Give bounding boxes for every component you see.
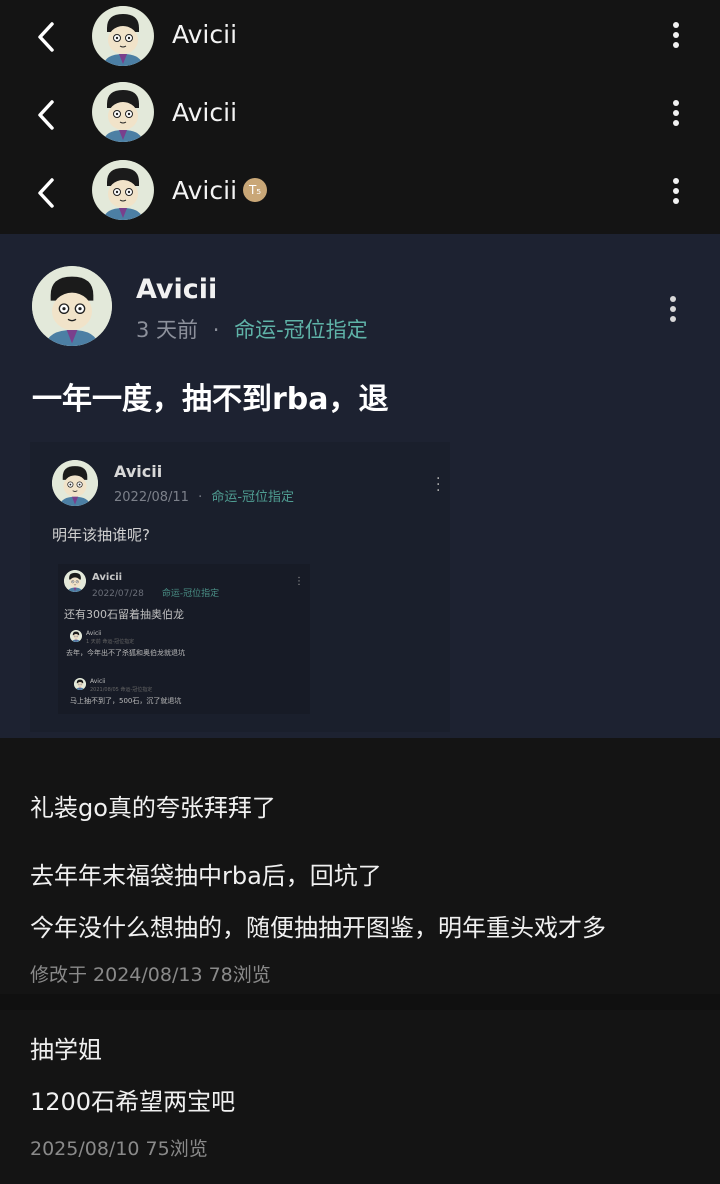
avatar[interactable] <box>92 160 154 220</box>
quoted-text: 明年该抽谁呢? <box>52 526 150 544</box>
comment-3-line-2: 1200石希望两宝吧 <box>30 1088 236 1116</box>
header-username: Avicii T₅ <box>172 176 268 205</box>
inner-image-1: Avicii 1 天前 命运-冠位指定 去年，今年出不了杀狐和奥伯龙就退坑 <box>66 630 216 660</box>
more-vertical-icon[interactable] <box>672 100 680 130</box>
post-time: 3 天前 <box>136 318 199 342</box>
quoted-avatar <box>52 460 98 506</box>
more-vertical-icon[interactable] <box>672 22 680 52</box>
nested-tag: 命运-冠位指定 <box>161 589 220 599</box>
comment-3-line-1: 抽学姐 <box>30 1036 102 1064</box>
inner-text: 去年，今年出不了杀狐和奥伯龙就退坑 <box>66 649 185 657</box>
more-vertical-icon[interactable] <box>672 178 680 208</box>
header-username-text: Avicii <box>172 176 238 205</box>
quoted-tag: 命运-冠位指定 <box>211 490 295 505</box>
post-author[interactable]: Avicii <box>136 274 217 305</box>
nested-date: 2022/07/28 <box>92 589 144 599</box>
comment-2-line-1: 去年年末福袋抽中rba后，回坑了 <box>30 862 382 890</box>
back-arrow-icon[interactable] <box>34 20 60 54</box>
inner-tag: 命运-冠位指定 <box>120 687 153 693</box>
more-vertical-icon: · · · <box>436 471 441 499</box>
meta-separator: · <box>198 490 203 505</box>
inner-time: 1 天前 <box>86 639 101 645</box>
comment-2-meta: 修改于 2024/08/13 78浏览 <box>30 964 271 986</box>
post-tag[interactable]: 命运-冠位指定 <box>234 318 368 342</box>
more-vertical-icon: ⋮ <box>294 576 304 587</box>
inner-meta: 2021/08/05 命运-冠位指定 <box>90 686 152 693</box>
comment-2-line-2: 今年没什么想抽的，随便抽抽开图鉴，明年重头戏才多 <box>30 914 606 942</box>
inner-avatar <box>74 678 86 690</box>
nested-image: Avicii 2022/07/28 命运-冠位指定 ⋮ 还有300石留着抽奥伯龙 … <box>58 564 310 714</box>
quoted-date: 2022/08/11 <box>114 490 189 505</box>
inner-image-2: Avicii 2021/08/05 命运-冠位指定 马上抽不到了，500石，沉了… <box>70 678 220 708</box>
inner-text: 马上抽不到了，500石，沉了就退坑 <box>70 697 182 705</box>
quoted-meta: 2022/08/11 · 命运-冠位指定 <box>114 486 294 505</box>
post-meta: 3 天前 · 命运-冠位指定 <box>136 314 368 344</box>
author-avatar[interactable] <box>32 266 112 346</box>
back-arrow-icon[interactable] <box>34 98 60 132</box>
inner-date: 2021/08/05 <box>90 687 119 693</box>
inner-avatar <box>70 630 82 642</box>
nested-meta: 2022/07/28 命运-冠位指定 <box>92 586 219 599</box>
level-badge: T₅ <box>243 178 268 202</box>
avatar[interactable] <box>92 6 154 66</box>
nested-author: Avicii <box>92 572 123 583</box>
nested-avatar <box>64 570 86 592</box>
header-username: Avicii <box>172 98 238 127</box>
post-title: 一年一度，抽不到rba，退 <box>32 382 389 417</box>
inner-author: Avicii <box>86 630 102 637</box>
header-username: Avicii <box>172 20 238 49</box>
back-arrow-icon[interactable] <box>34 176 60 210</box>
comment-1-text: 礼装go真的夸张拜拜了 <box>30 794 276 822</box>
post-image[interactable]: Avicii 2022/08/11 · 命运-冠位指定 · · · 明年该抽谁呢? … <box>30 442 450 732</box>
top-bar-1: Avicii <box>0 0 720 78</box>
nested-text: 还有300石留着抽奥伯龙 <box>64 608 184 621</box>
post-card[interactable]: Avicii 3 天前 · 命运-冠位指定 一年一度，抽不到rba，退 Avic… <box>0 234 720 738</box>
inner-tag: 命运-冠位指定 <box>102 639 135 645</box>
top-bar-3: Avicii T₅ <box>0 156 720 234</box>
meta-separator: · <box>212 318 220 342</box>
divider <box>0 994 720 1010</box>
comment-3-meta: 2025/08/10 75浏览 <box>30 1138 208 1160</box>
avatar[interactable] <box>92 82 154 142</box>
more-vertical-icon[interactable] <box>670 296 676 326</box>
top-bar-2: Avicii <box>0 78 720 156</box>
inner-author: Avicii <box>90 678 106 685</box>
inner-meta: 1 天前 命运-冠位指定 <box>86 638 134 645</box>
quoted-author: Avicii <box>114 462 163 481</box>
